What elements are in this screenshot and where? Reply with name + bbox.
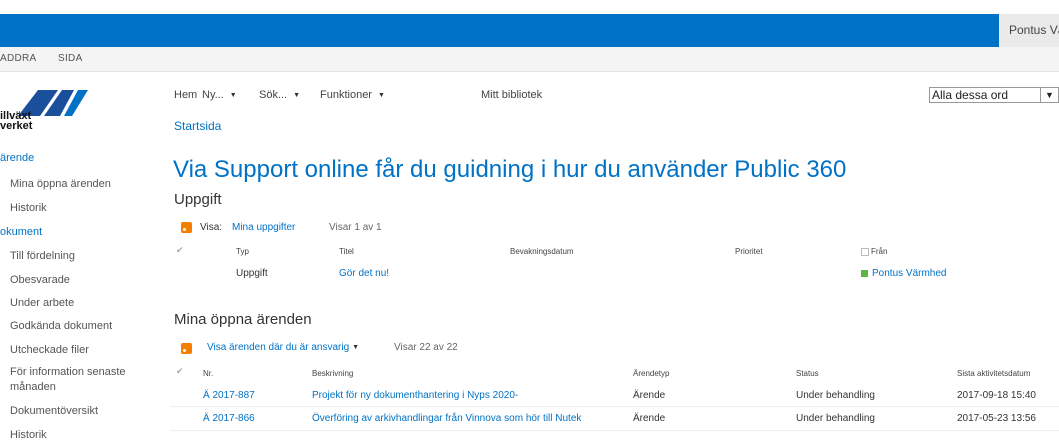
nav-sok-label: Sök... [259,89,288,101]
task-typ: Uppgift [236,268,268,279]
ribbon: ADDRA SIDA [0,47,1059,72]
cases-filter-label: Visa ärenden där du är ansvarig [207,342,350,353]
sidebar-item-for-information-2[interactable]: månaden [10,381,56,393]
tasks-header-typ[interactable]: Typ [236,247,249,256]
nav-mitt-bibliotek[interactable]: Mitt bibliotek [481,89,542,101]
cases-count: Visar 22 av 22 [394,342,458,353]
case-nr-link[interactable]: Ä 2017-887 [203,390,255,401]
case-nr-link[interactable]: Ä 2017-866 [203,413,255,424]
sidebar-item-obesvarade[interactable]: Obesvarade [10,274,70,286]
rss-icon[interactable] [181,222,192,233]
tasks-header-prioritet[interactable]: Prioritet [735,247,763,256]
task-titel-link[interactable]: Gör det nu! [339,268,389,279]
checkbox-icon [861,247,869,256]
case-datum: 2017-09-18 15:40 [957,390,1036,401]
logo-text: illväxt verket [0,111,33,132]
search-scope-select[interactable]: Alla dessa ord ▼ [929,87,1059,103]
tasks-visa-label: Visa: [200,222,223,233]
breadcrumb[interactable]: Startsida [174,119,221,133]
case-beskrivning-link[interactable]: Överföring av arkivhandlingar från Vinno… [312,413,581,424]
nav-ny-label: Ny... [202,89,224,101]
select-all-check-icon[interactable]: ✔ [176,366,184,377]
sidebar-item-for-information-1[interactable]: För information senaste [10,366,126,378]
case-status: Under behandling [796,413,875,424]
nav-hem[interactable]: Hem [174,89,197,101]
caret-down-icon: ▼ [293,91,301,99]
sidebar-item-historik-2[interactable]: Historik [10,429,47,441]
nav-ny[interactable]: Ny... ▼ [202,89,237,101]
nav-funktioner[interactable]: Funktioner ▼ [320,89,385,101]
cases-header-nr[interactable]: Nr. [203,369,213,378]
case-typ: Ärende [633,390,666,401]
case-beskrivning-link[interactable]: Projekt för ny dokumenthantering i Nyps … [312,390,518,401]
case-typ: Ärende [633,413,666,424]
task-fran[interactable]: Pontus Värmhed [861,268,947,279]
nav-sok[interactable]: Sök... ▼ [259,89,300,101]
cases-header-status[interactable]: Status [796,369,819,378]
task-fran-name: Pontus Värmhed [872,268,947,279]
ribbon-tab-addra[interactable]: ADDRA [0,47,37,71]
sidebar-item-dokumentoversikt[interactable]: Dokumentöversikt [10,405,98,417]
select-all-check-icon[interactable]: ✔ [176,245,184,256]
suite-bar: Pontus Vä [0,14,1059,47]
case-status: Under behandling [796,390,875,401]
rss-icon[interactable] [181,343,192,354]
caret-down-icon: ▼ [377,91,385,99]
tasks-header-bevakningsdatum[interactable]: Bevakningsdatum [510,247,574,256]
sidebar-item-utcheckade-filer[interactable]: Utcheckade filer [10,344,89,356]
cases-title: Mina öppna ärenden [174,311,312,328]
ribbon-tab-sida[interactable]: SIDA [58,47,83,71]
page-title: Via Support online får du guidning i hur… [173,156,847,183]
sidebar-item-under-arbete[interactable]: Under arbete [10,297,74,309]
sidebar-heading-arenden[interactable]: ärende [0,152,34,164]
sidebar-item-mina-oppna-arenden[interactable]: Mina öppna ärenden [10,178,111,190]
tasks-title: Uppgift [174,191,222,208]
sidebar-heading-dokument[interactable]: okument [0,226,42,238]
cases-header-arendetyp[interactable]: Ärendetyp [633,369,669,378]
row-divider [170,430,1059,431]
logo-line-2: verket [0,120,33,132]
cases-header-sista-aktivitetsdatum[interactable]: Sista aktivitetsdatum [957,369,1030,378]
sidebar-item-till-fordelning[interactable]: Till fördelning [10,250,75,262]
user-menu[interactable]: Pontus Vä [999,14,1059,47]
row-divider [170,406,1059,407]
sidebar-item-godkanda-dokument[interactable]: Godkända dokument [10,320,112,332]
caret-down-icon: ▼ [229,91,237,99]
search-scope-value: Alla dessa ord [932,88,1009,102]
caret-down-icon: ▼ [352,343,360,351]
tasks-header-fran-label: Från [871,247,888,256]
presence-status-icon [861,269,868,277]
tasks-header-titel[interactable]: Titel [339,247,354,256]
chevron-down-icon[interactable]: ▼ [1040,88,1058,102]
case-datum: 2017-05-23 13:56 [957,413,1036,424]
nav-funktioner-label: Funktioner [320,89,372,101]
tasks-filter-link[interactable]: Mina uppgifter [232,222,295,233]
cases-header-beskrivning[interactable]: Beskrivning [312,369,353,378]
tasks-count: Visar 1 av 1 [329,222,382,233]
sidebar-item-historik[interactable]: Historik [10,202,47,214]
tasks-header-fran[interactable]: Från [861,247,887,256]
cases-filter-menu[interactable]: Visa ärenden där du är ansvarig ▼ [207,342,359,353]
